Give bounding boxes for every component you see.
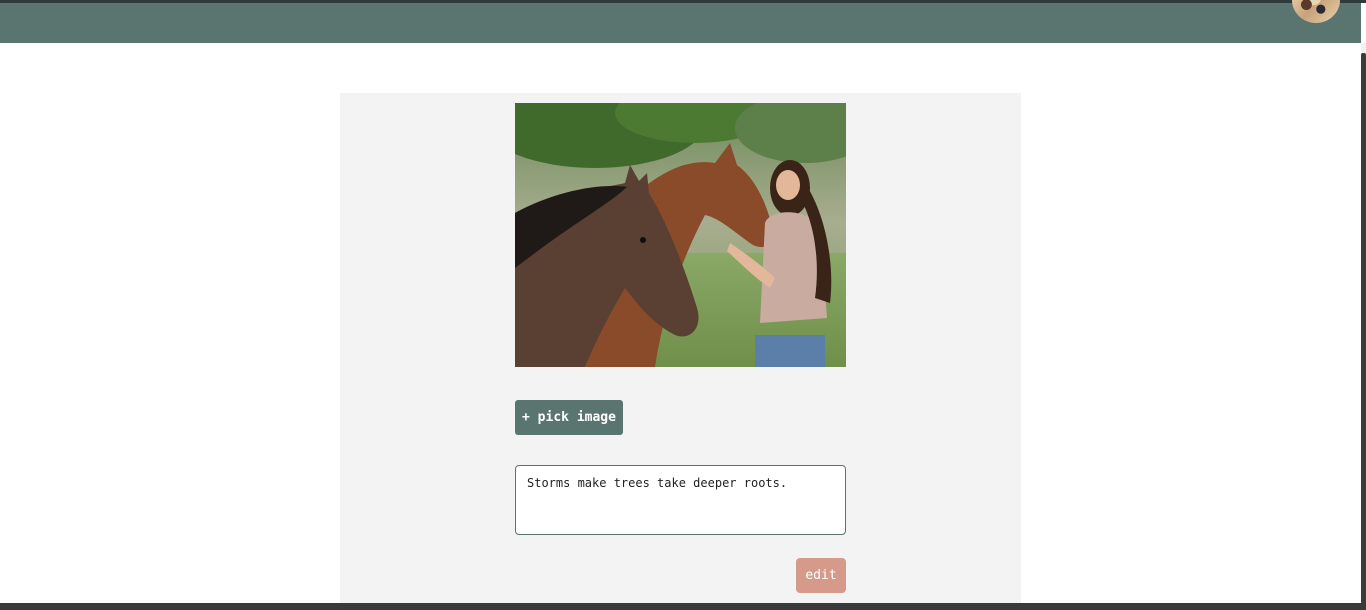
post-editor-panel: + pick image edit (340, 93, 1021, 603)
page-scrollbar[interactable] (1361, 43, 1366, 604)
caption-textarea[interactable] (515, 465, 846, 535)
photo-woman-with-horses-icon (515, 103, 846, 367)
window-bottom-edge (0, 603, 1366, 610)
pick-image-button[interactable]: + pick image (515, 400, 623, 435)
user-avatar-icon[interactable] (1292, 0, 1340, 23)
scrollbar-thumb[interactable] (1361, 53, 1366, 604)
post-image (515, 103, 846, 367)
edit-button[interactable]: edit (796, 558, 846, 593)
app-header (0, 0, 1361, 43)
